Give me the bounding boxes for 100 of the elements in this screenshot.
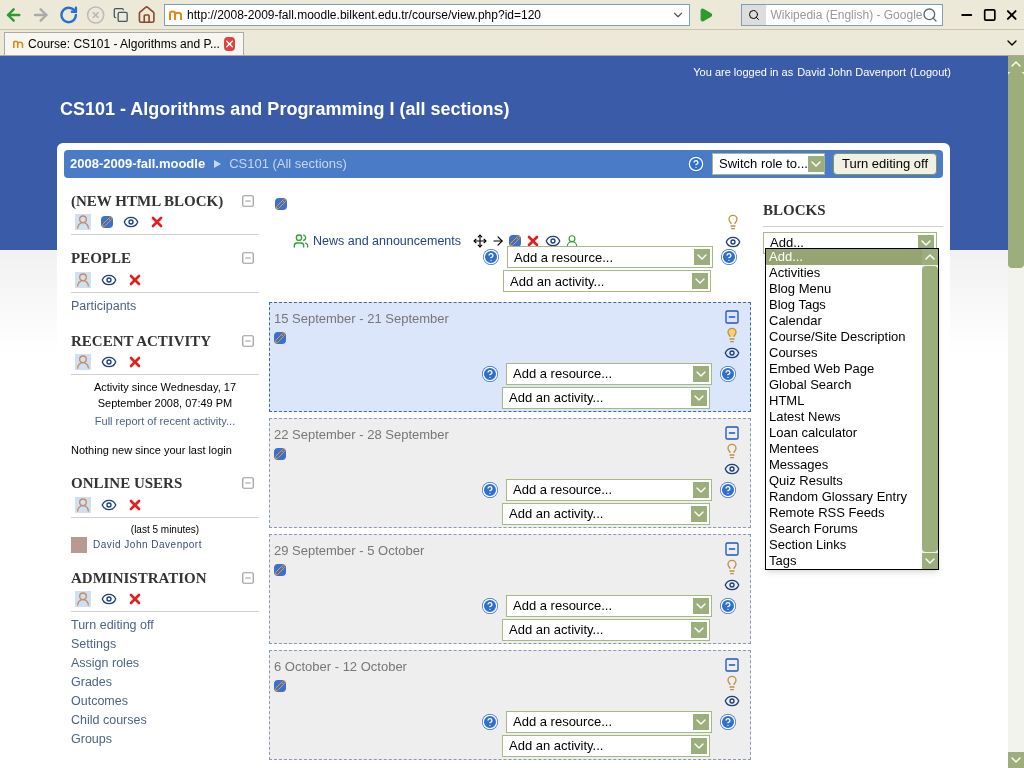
block-link[interactable]: Participants bbox=[71, 296, 259, 316]
help-icon[interactable] bbox=[688, 155, 704, 172]
dropdown-option[interactable]: Section Links bbox=[766, 536, 922, 553]
dropdown-option[interactable]: Courses bbox=[766, 344, 922, 361]
help-icon[interactable] bbox=[482, 713, 498, 730]
block-link[interactable]: Grades bbox=[71, 673, 259, 692]
reload-icon[interactable] bbox=[58, 4, 78, 25]
browser-tab[interactable]: Course: CS101 - Algorithms and P... bbox=[4, 32, 244, 55]
go-icon[interactable] bbox=[698, 6, 714, 23]
week-title: 15 September - 21 September bbox=[274, 309, 449, 328]
dropdown-option[interactable]: HTML bbox=[766, 392, 922, 409]
block-link[interactable]: Groups bbox=[71, 730, 259, 749]
help-icon[interactable] bbox=[720, 713, 736, 730]
indent-icon[interactable] bbox=[491, 233, 505, 248]
help-icon[interactable] bbox=[720, 365, 736, 382]
dropdown-option[interactable]: Search Forums bbox=[766, 520, 922, 537]
edit-icon[interactable] bbox=[509, 234, 521, 247]
block-link[interactable]: Child courses bbox=[71, 711, 259, 730]
resource-select[interactable]: Add a resource... bbox=[506, 594, 712, 617]
dropdown-option[interactable]: Calendar bbox=[766, 312, 922, 329]
search-engine-icon[interactable] bbox=[742, 4, 767, 25]
user-link[interactable]: David John Davenport bbox=[93, 537, 202, 552]
user-avatar bbox=[71, 536, 87, 553]
help-icon[interactable] bbox=[720, 597, 736, 614]
dropdown-option[interactable]: Blog Tags bbox=[766, 296, 922, 313]
help-icon[interactable] bbox=[482, 597, 498, 614]
resource-select[interactable]: Add a resource... bbox=[507, 246, 713, 269]
home-link[interactable]: 2008-2009-fall.moodle bbox=[70, 153, 206, 174]
recent-activity-link[interactable]: Full report of recent activity... bbox=[71, 413, 259, 430]
move-icon[interactable] bbox=[473, 233, 487, 248]
dropdown-option[interactable]: Course/Site Description bbox=[766, 328, 922, 345]
block-title: (NEW HTML BLOCK) bbox=[71, 191, 224, 211]
roles-icon[interactable] bbox=[75, 496, 91, 513]
activity-select[interactable]: Add an activity... bbox=[502, 734, 710, 757]
dropdown-option[interactable]: Remote RSS Feeds bbox=[766, 504, 922, 521]
activity-select[interactable]: Add an activity... bbox=[502, 618, 710, 641]
restore-icon[interactable] bbox=[982, 7, 997, 22]
group-mode-icon[interactable] bbox=[565, 233, 579, 248]
week-title: 29 September - 5 October bbox=[274, 541, 425, 560]
nothing-new-text: Nothing new since your last login bbox=[71, 442, 233, 458]
eye-icon[interactable] bbox=[101, 591, 117, 607]
search-icon[interactable] bbox=[922, 6, 939, 23]
turn-editing-off-button[interactable]: Turn editing off bbox=[833, 152, 937, 175]
resource-select[interactable]: Add a resource... bbox=[506, 362, 712, 385]
edit-icon[interactable] bbox=[274, 680, 286, 692]
block-link[interactable]: Turn editing off bbox=[71, 616, 259, 635]
help-icon[interactable] bbox=[483, 249, 499, 266]
dropdown-option[interactable]: Activities bbox=[766, 264, 922, 281]
block-title: ADMINISTRATION bbox=[71, 568, 207, 588]
help-icon[interactable] bbox=[721, 249, 737, 266]
edit-icon[interactable] bbox=[274, 564, 286, 576]
dropdown-option[interactable]: Latest News bbox=[766, 408, 922, 425]
delete-icon[interactable] bbox=[127, 591, 143, 607]
logout-link[interactable]: (Logout) bbox=[910, 64, 951, 81]
switch-role-select[interactable]: Switch role to... bbox=[712, 152, 825, 175]
help-icon[interactable] bbox=[482, 365, 498, 382]
dropdown-option[interactable]: Messages bbox=[766, 456, 922, 473]
dropdown-option[interactable]: Global Search bbox=[766, 376, 922, 393]
user-link[interactable]: David John Davenport bbox=[797, 64, 906, 81]
login-status-text: You are logged in as bbox=[693, 65, 794, 80]
time-range-text: (last 5 minutes) bbox=[129, 522, 201, 537]
delete-icon[interactable] bbox=[127, 354, 143, 370]
block-title: RECENT ACTIVITY bbox=[71, 331, 212, 351]
resource-select[interactable]: Add a resource... bbox=[506, 478, 712, 501]
help-icon[interactable] bbox=[720, 481, 736, 498]
scroll-thumb[interactable] bbox=[1008, 72, 1024, 268]
dropdown-option[interactable]: Mentees bbox=[766, 440, 922, 457]
scroll-up-icon[interactable] bbox=[922, 248, 938, 265]
dropdown-option[interactable]: Blog Menu bbox=[766, 280, 922, 297]
dropdown-option[interactable]: Random Glossary Entry bbox=[766, 488, 922, 505]
breadcrumb-text: CS101 (All sections) bbox=[229, 154, 347, 173]
eye-icon[interactable] bbox=[123, 214, 139, 230]
edit-icon[interactable] bbox=[274, 448, 286, 460]
home-icon[interactable] bbox=[136, 4, 157, 25]
activity-select[interactable]: Add an activity... bbox=[502, 502, 710, 525]
activity-select[interactable]: Add an activity... bbox=[503, 270, 711, 293]
edit-icon[interactable] bbox=[101, 216, 113, 228]
delete-icon[interactable] bbox=[149, 214, 165, 230]
block-title: ONLINE USERS bbox=[71, 474, 183, 493]
week-title: 22 September - 28 September bbox=[274, 425, 449, 444]
resource-select[interactable]: Add a resource... bbox=[506, 710, 712, 733]
dropdown-option[interactable]: Loan calculator bbox=[766, 424, 922, 441]
forum-link[interactable]: News and announcements bbox=[313, 231, 461, 251]
close-tab-icon[interactable] bbox=[223, 37, 235, 51]
separator-icon bbox=[213, 159, 222, 168]
eye-icon[interactable] bbox=[101, 354, 117, 370]
block-link[interactable]: Settings bbox=[71, 635, 259, 654]
block-link[interactable]: Outcomes bbox=[71, 692, 259, 711]
dropdown-option[interactable]: Tags bbox=[766, 552, 922, 569]
edit-icon[interactable] bbox=[274, 332, 286, 344]
dropdown-option[interactable]: Quiz Results bbox=[766, 472, 922, 489]
activity-select[interactable]: Add an activity... bbox=[502, 386, 710, 409]
forum-icon[interactable] bbox=[293, 232, 309, 249]
roles-icon[interactable] bbox=[75, 271, 91, 288]
activity-since-text: Activity since Wednesday, 17 September 2008, 07:49 PM bbox=[92, 380, 238, 411]
dropdown-option[interactable]: Embed Web Page bbox=[766, 360, 922, 377]
block-link[interactable]: Assign roles bbox=[71, 654, 259, 673]
edit-icon[interactable] bbox=[275, 197, 287, 210]
address-bar[interactable]: http://2008-2009-fall.moodle.bilkent.edu.tr/course/view.php?id=120 bbox=[164, 3, 691, 26]
help-icon[interactable] bbox=[482, 481, 498, 498]
